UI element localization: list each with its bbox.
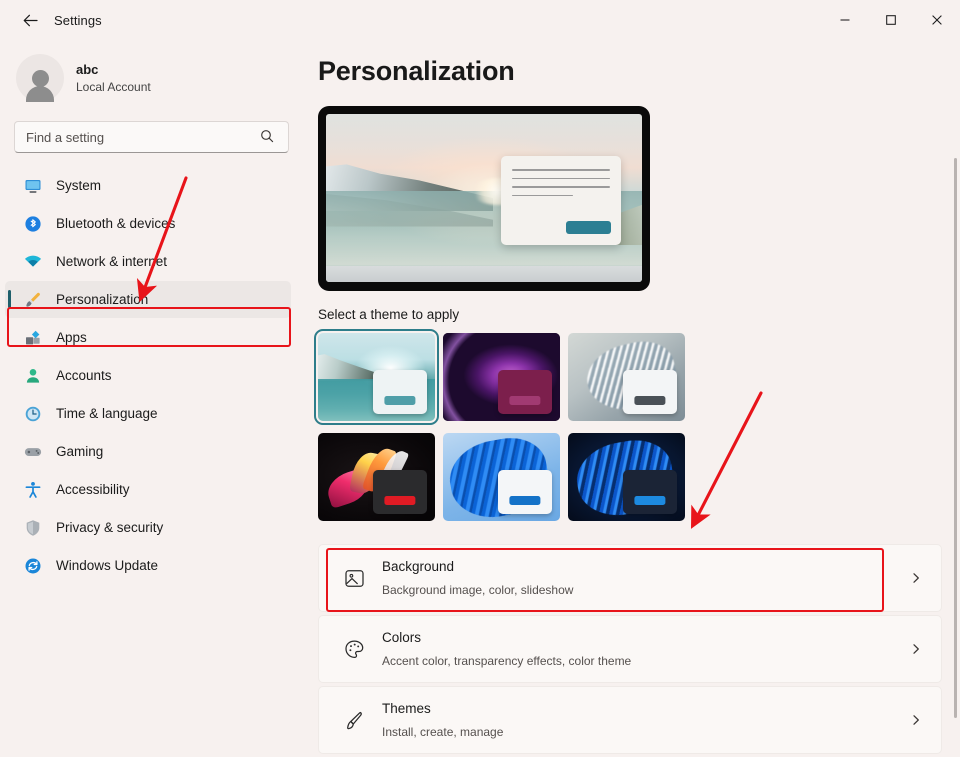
preview-taskbar [326, 266, 642, 282]
theme-thumbnail[interactable] [568, 433, 685, 521]
back-arrow-icon [23, 14, 38, 26]
sidebar-item-apps[interactable]: Apps [5, 319, 291, 356]
title-bar: Settings [0, 0, 960, 40]
sidebar-item-label: Apps [56, 330, 87, 345]
settings-rows: Background Background image, color, slid… [318, 544, 942, 754]
search-input[interactable] [14, 121, 289, 153]
row-subtitle: Install, create, manage [382, 725, 504, 739]
row-title: Background [382, 558, 455, 574]
sidebar-item-accessibility[interactable]: Accessibility [5, 471, 291, 508]
close-button[interactable] [914, 0, 960, 40]
sidebar-item-label: System [56, 178, 102, 193]
theme-thumbnail[interactable] [568, 333, 685, 421]
settings-row-themes[interactable]: Themes Install, create, manage [318, 686, 942, 754]
maximize-button[interactable] [868, 0, 914, 40]
image-icon [341, 568, 367, 589]
sidebar-item-personalization[interactable]: Personalization [5, 281, 291, 318]
gamepad-icon [23, 442, 42, 461]
maximize-icon [886, 15, 896, 25]
user-profile[interactable]: abc Local Account [16, 54, 300, 102]
paintbrush-icon [23, 290, 42, 309]
theme-grid [314, 329, 960, 521]
sidebar-item-label: Network & internet [56, 254, 168, 269]
theme-thumbnail[interactable] [443, 333, 560, 421]
minimize-icon [840, 19, 850, 21]
sidebar-item-label: Bluetooth & devices [56, 216, 176, 231]
sidebar-item-network-internet[interactable]: Network & internet [5, 243, 291, 280]
main-content: Personalization Select a theme to apply [300, 40, 960, 757]
sidebar-item-label: Gaming [56, 444, 104, 459]
sidebar-item-label: Time & language [56, 406, 158, 421]
theme-preview [318, 106, 650, 291]
window-controls [822, 0, 960, 40]
sidebar-item-label: Windows Update [56, 558, 159, 573]
sidebar-item-system[interactable]: System [5, 167, 291, 204]
apps-icon [23, 328, 42, 347]
sidebar-item-windows-update[interactable]: Windows Update [5, 547, 291, 584]
sidebar-item-label: Accounts [56, 368, 112, 383]
row-subtitle: Background image, color, slideshow [382, 583, 574, 597]
theme-thumbnail[interactable] [318, 433, 435, 521]
bluetooth-icon [23, 214, 42, 233]
sidebar-item-bluetooth-devices[interactable]: Bluetooth & devices [5, 205, 291, 242]
theme-window-mock [623, 370, 677, 414]
wifi-icon [23, 252, 42, 271]
theme-window-mock [373, 470, 427, 514]
theme-section-label: Select a theme to apply [318, 307, 460, 322]
avatar [16, 54, 64, 102]
preview-accent-pill [565, 221, 612, 235]
profile-account-type: Local Account [76, 79, 151, 94]
back-button[interactable] [12, 4, 48, 36]
sidebar-item-label: Personalization [56, 292, 149, 307]
page-title: Personalization [318, 56, 515, 86]
search-container [14, 121, 289, 153]
theme-thumbnail[interactable] [314, 329, 439, 425]
settings-window: Settings abc Local Account Find a settin… [0, 0, 960, 757]
settings-row-background[interactable]: Background Background image, color, slid… [318, 544, 942, 612]
theme-window-mock [498, 470, 552, 514]
person-icon [23, 366, 42, 385]
row-title: Themes [382, 700, 431, 716]
monitor-icon [23, 176, 42, 195]
close-icon [932, 15, 942, 25]
settings-row-colors[interactable]: Colors Accent color, transparency effect… [318, 615, 942, 683]
theme-window-mock [373, 370, 427, 414]
sidebar-item-gaming[interactable]: Gaming [5, 433, 291, 470]
palette-icon [341, 639, 367, 660]
row-title: Colors [382, 629, 422, 645]
brush-icon [341, 710, 367, 731]
theme-thumbnail[interactable] [443, 433, 560, 521]
update-icon [23, 556, 42, 575]
theme-window-mock [498, 370, 552, 414]
theme-preview-wallpaper [326, 114, 642, 282]
shield-icon [23, 518, 42, 537]
chevron-right-icon [905, 643, 927, 655]
preview-window-mock [501, 156, 622, 246]
row-subtitle: Accent color, transparency effects, colo… [382, 654, 632, 668]
profile-name: abc [76, 62, 99, 78]
sidebar-item-label: Accessibility [56, 482, 130, 497]
chevron-right-icon [905, 714, 927, 726]
sidebar-item-time-language[interactable]: Time & language [5, 395, 291, 432]
sidebar-nav: System Bluetooth & devices Network & int… [0, 167, 300, 584]
clock-icon [23, 404, 42, 423]
theme-window-mock [623, 470, 677, 514]
accessibility-icon [23, 480, 42, 499]
sidebar-item-privacy-security[interactable]: Privacy & security [5, 509, 291, 546]
vertical-scrollbar[interactable] [954, 158, 957, 718]
sidebar-item-label: Privacy & security [56, 520, 164, 535]
sidebar: abc Local Account System [0, 40, 300, 757]
sidebar-item-accounts[interactable]: Accounts [5, 357, 291, 394]
window-title: Settings [54, 12, 102, 28]
minimize-button[interactable] [822, 0, 868, 40]
chevron-right-icon [905, 572, 927, 584]
